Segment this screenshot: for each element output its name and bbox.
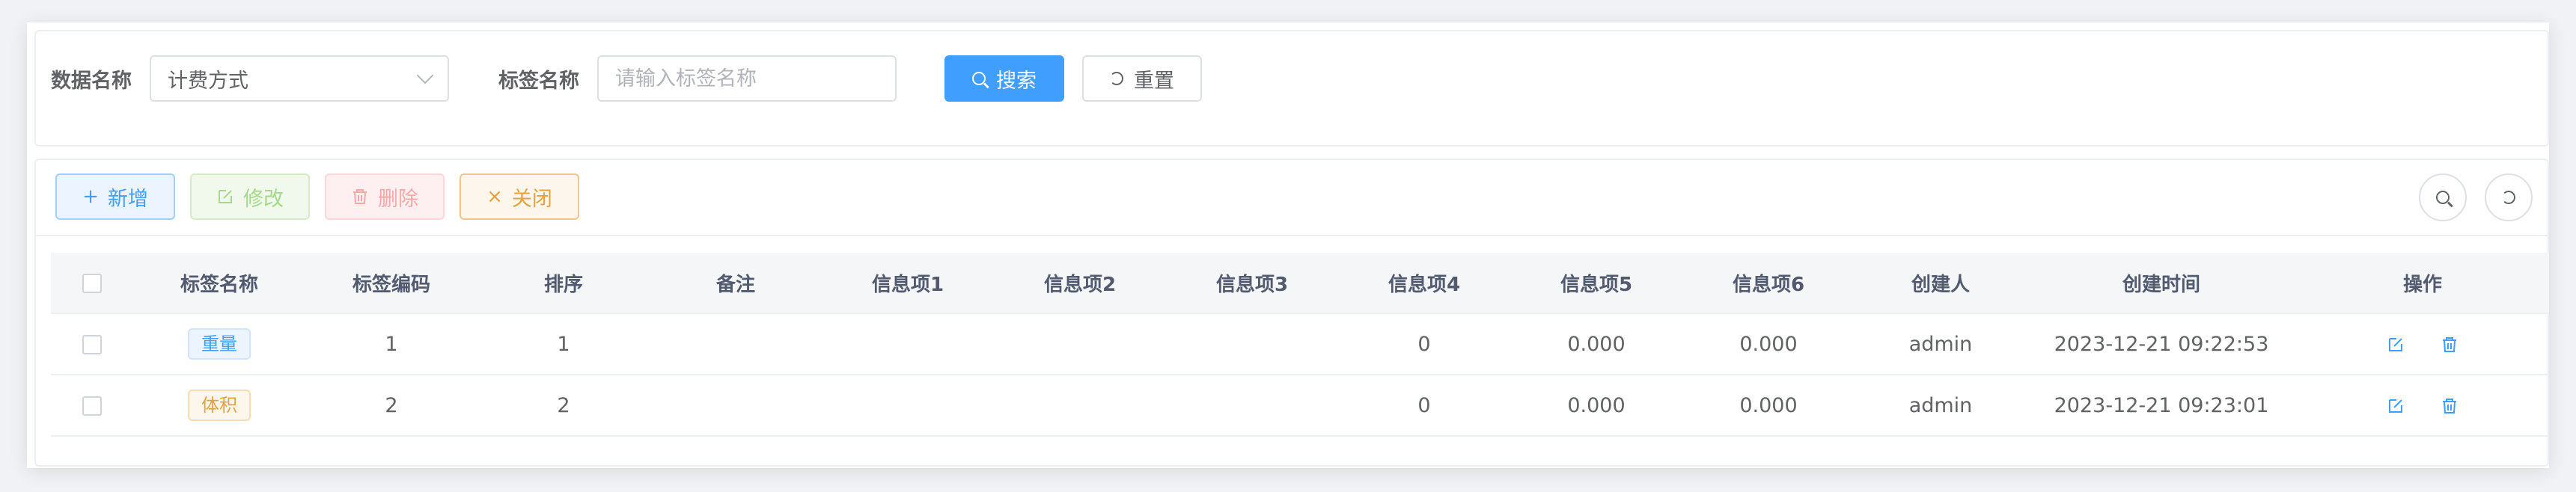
tag-name-label: 标签名称 [498, 69, 579, 93]
table-row[interactable]: 体积 2 2 0 0.000 0.000 admin 2023-12-21 09… [51, 375, 2549, 437]
col-header: 标签编码 [305, 253, 477, 314]
row-select-cell [51, 375, 133, 437]
refresh-icon [1110, 72, 1123, 85]
tag-name-input[interactable] [597, 55, 897, 102]
created-time-cell: 2023-12-21 09:22:53 [2027, 313, 2296, 375]
search-form: 数据名称 计费方式 标签名称 搜索 重置 [51, 55, 1202, 102]
search-icon [2436, 191, 2450, 204]
col-header: 信息项6 [1682, 253, 1855, 314]
col-header: 排序 [477, 253, 650, 314]
toolbar: + 新增 修改 删除 × 关闭 [55, 173, 594, 220]
actions-cell [2296, 375, 2549, 437]
row-checkbox[interactable] [82, 396, 102, 416]
col-header: 创建时间 [2027, 253, 2296, 314]
info3-cell [1166, 313, 1338, 375]
trash-icon[interactable] [2441, 397, 2459, 415]
plus-icon: + [82, 185, 99, 208]
data-table: 标签名称 标签编码 排序 备注 信息项1 信息项2 信息项3 信息项4 信息项5… [51, 253, 2549, 437]
trash-icon[interactable] [2441, 336, 2459, 354]
edit-icon [219, 190, 232, 203]
creator-cell: admin [1855, 313, 2027, 375]
info1-cell [822, 375, 994, 437]
info4-cell: 0 [1338, 313, 1510, 375]
delete-button[interactable]: 删除 [325, 173, 445, 220]
code-cell: 1 [305, 313, 477, 375]
close-icon: × [486, 185, 503, 208]
add-button-label: 新增 [107, 187, 148, 211]
col-header: 创建人 [1855, 253, 2027, 314]
actions-cell [2296, 313, 2549, 375]
add-button[interactable]: + 新增 [55, 173, 175, 220]
tag-cell: 重量 [133, 313, 305, 375]
reset-button[interactable]: 重置 [1082, 55, 1202, 102]
chevron-down-icon [416, 67, 434, 84]
search-panel: 数据名称 计费方式 标签名称 搜索 重置 [34, 30, 2549, 147]
info4-cell: 0 [1338, 375, 1510, 437]
creator-cell: admin [1855, 375, 2027, 437]
remark-cell [650, 313, 822, 375]
data-name-label: 数据名称 [51, 69, 132, 93]
info1-cell [822, 313, 994, 375]
col-header: 信息项3 [1166, 253, 1338, 314]
tag-cell: 体积 [133, 375, 305, 437]
table-row[interactable]: 重量 1 1 0 0.000 0.000 admin 2023-12-21 09… [51, 313, 2549, 375]
reset-button-label: 重置 [1134, 69, 1174, 93]
delete-button-label: 删除 [378, 187, 418, 211]
row-select-cell [51, 313, 133, 375]
refresh-icon [2502, 191, 2515, 204]
search-icon [972, 72, 986, 85]
info3-cell [1166, 375, 1338, 437]
refresh-table-button[interactable] [2485, 173, 2533, 221]
col-header: 操作 [2296, 253, 2549, 314]
sort-cell: 2 [477, 375, 650, 437]
select-all-checkbox[interactable] [82, 273, 102, 293]
col-header: 信息项5 [1510, 253, 1682, 314]
info5-cell: 0.000 [1510, 375, 1682, 437]
tag-badge: 重量 [188, 328, 251, 360]
edit-icon[interactable] [2387, 336, 2405, 354]
select-all-cell [51, 253, 133, 314]
col-header: 信息项2 [994, 253, 1166, 314]
code-cell: 2 [305, 375, 477, 437]
sort-cell: 1 [477, 313, 650, 375]
col-header: 信息项1 [822, 253, 994, 314]
search-button[interactable]: 搜索 [944, 55, 1064, 102]
search-button-label: 搜索 [996, 69, 1037, 93]
info5-cell: 0.000 [1510, 313, 1682, 375]
close-button-label: 关闭 [511, 187, 552, 211]
col-header: 标签名称 [133, 253, 305, 314]
edit-button-label: 修改 [243, 187, 284, 211]
info2-cell [994, 313, 1166, 375]
data-name-select-value: 计费方式 [168, 69, 248, 93]
info2-cell [994, 375, 1166, 437]
trash-icon [353, 189, 367, 204]
row-checkbox[interactable] [82, 335, 102, 354]
edit-button[interactable]: 修改 [190, 173, 310, 220]
data-name-select[interactable]: 计费方式 [150, 55, 449, 102]
remark-cell [650, 375, 822, 437]
info6-cell: 0.000 [1682, 313, 1855, 375]
edit-icon[interactable] [2387, 397, 2405, 415]
toolbar-divider [36, 235, 2548, 236]
app-window: 数据名称 计费方式 标签名称 搜索 重置 + 新增 [27, 22, 2549, 468]
info6-cell: 0.000 [1682, 375, 1855, 437]
table-panel: + 新增 修改 删除 × 关闭 标签名称 标签编码 排序 备注 信息项1 信息项… [34, 159, 2549, 467]
toggle-search-button[interactable] [2419, 173, 2467, 221]
col-header: 备注 [650, 253, 822, 314]
close-button[interactable]: × 关闭 [460, 173, 579, 220]
col-header: 信息项4 [1338, 253, 1510, 314]
created-time-cell: 2023-12-21 09:23:01 [2027, 375, 2296, 437]
table-header-row: 标签名称 标签编码 排序 备注 信息项1 信息项2 信息项3 信息项4 信息项5… [51, 253, 2549, 314]
tag-badge: 体积 [188, 390, 251, 421]
